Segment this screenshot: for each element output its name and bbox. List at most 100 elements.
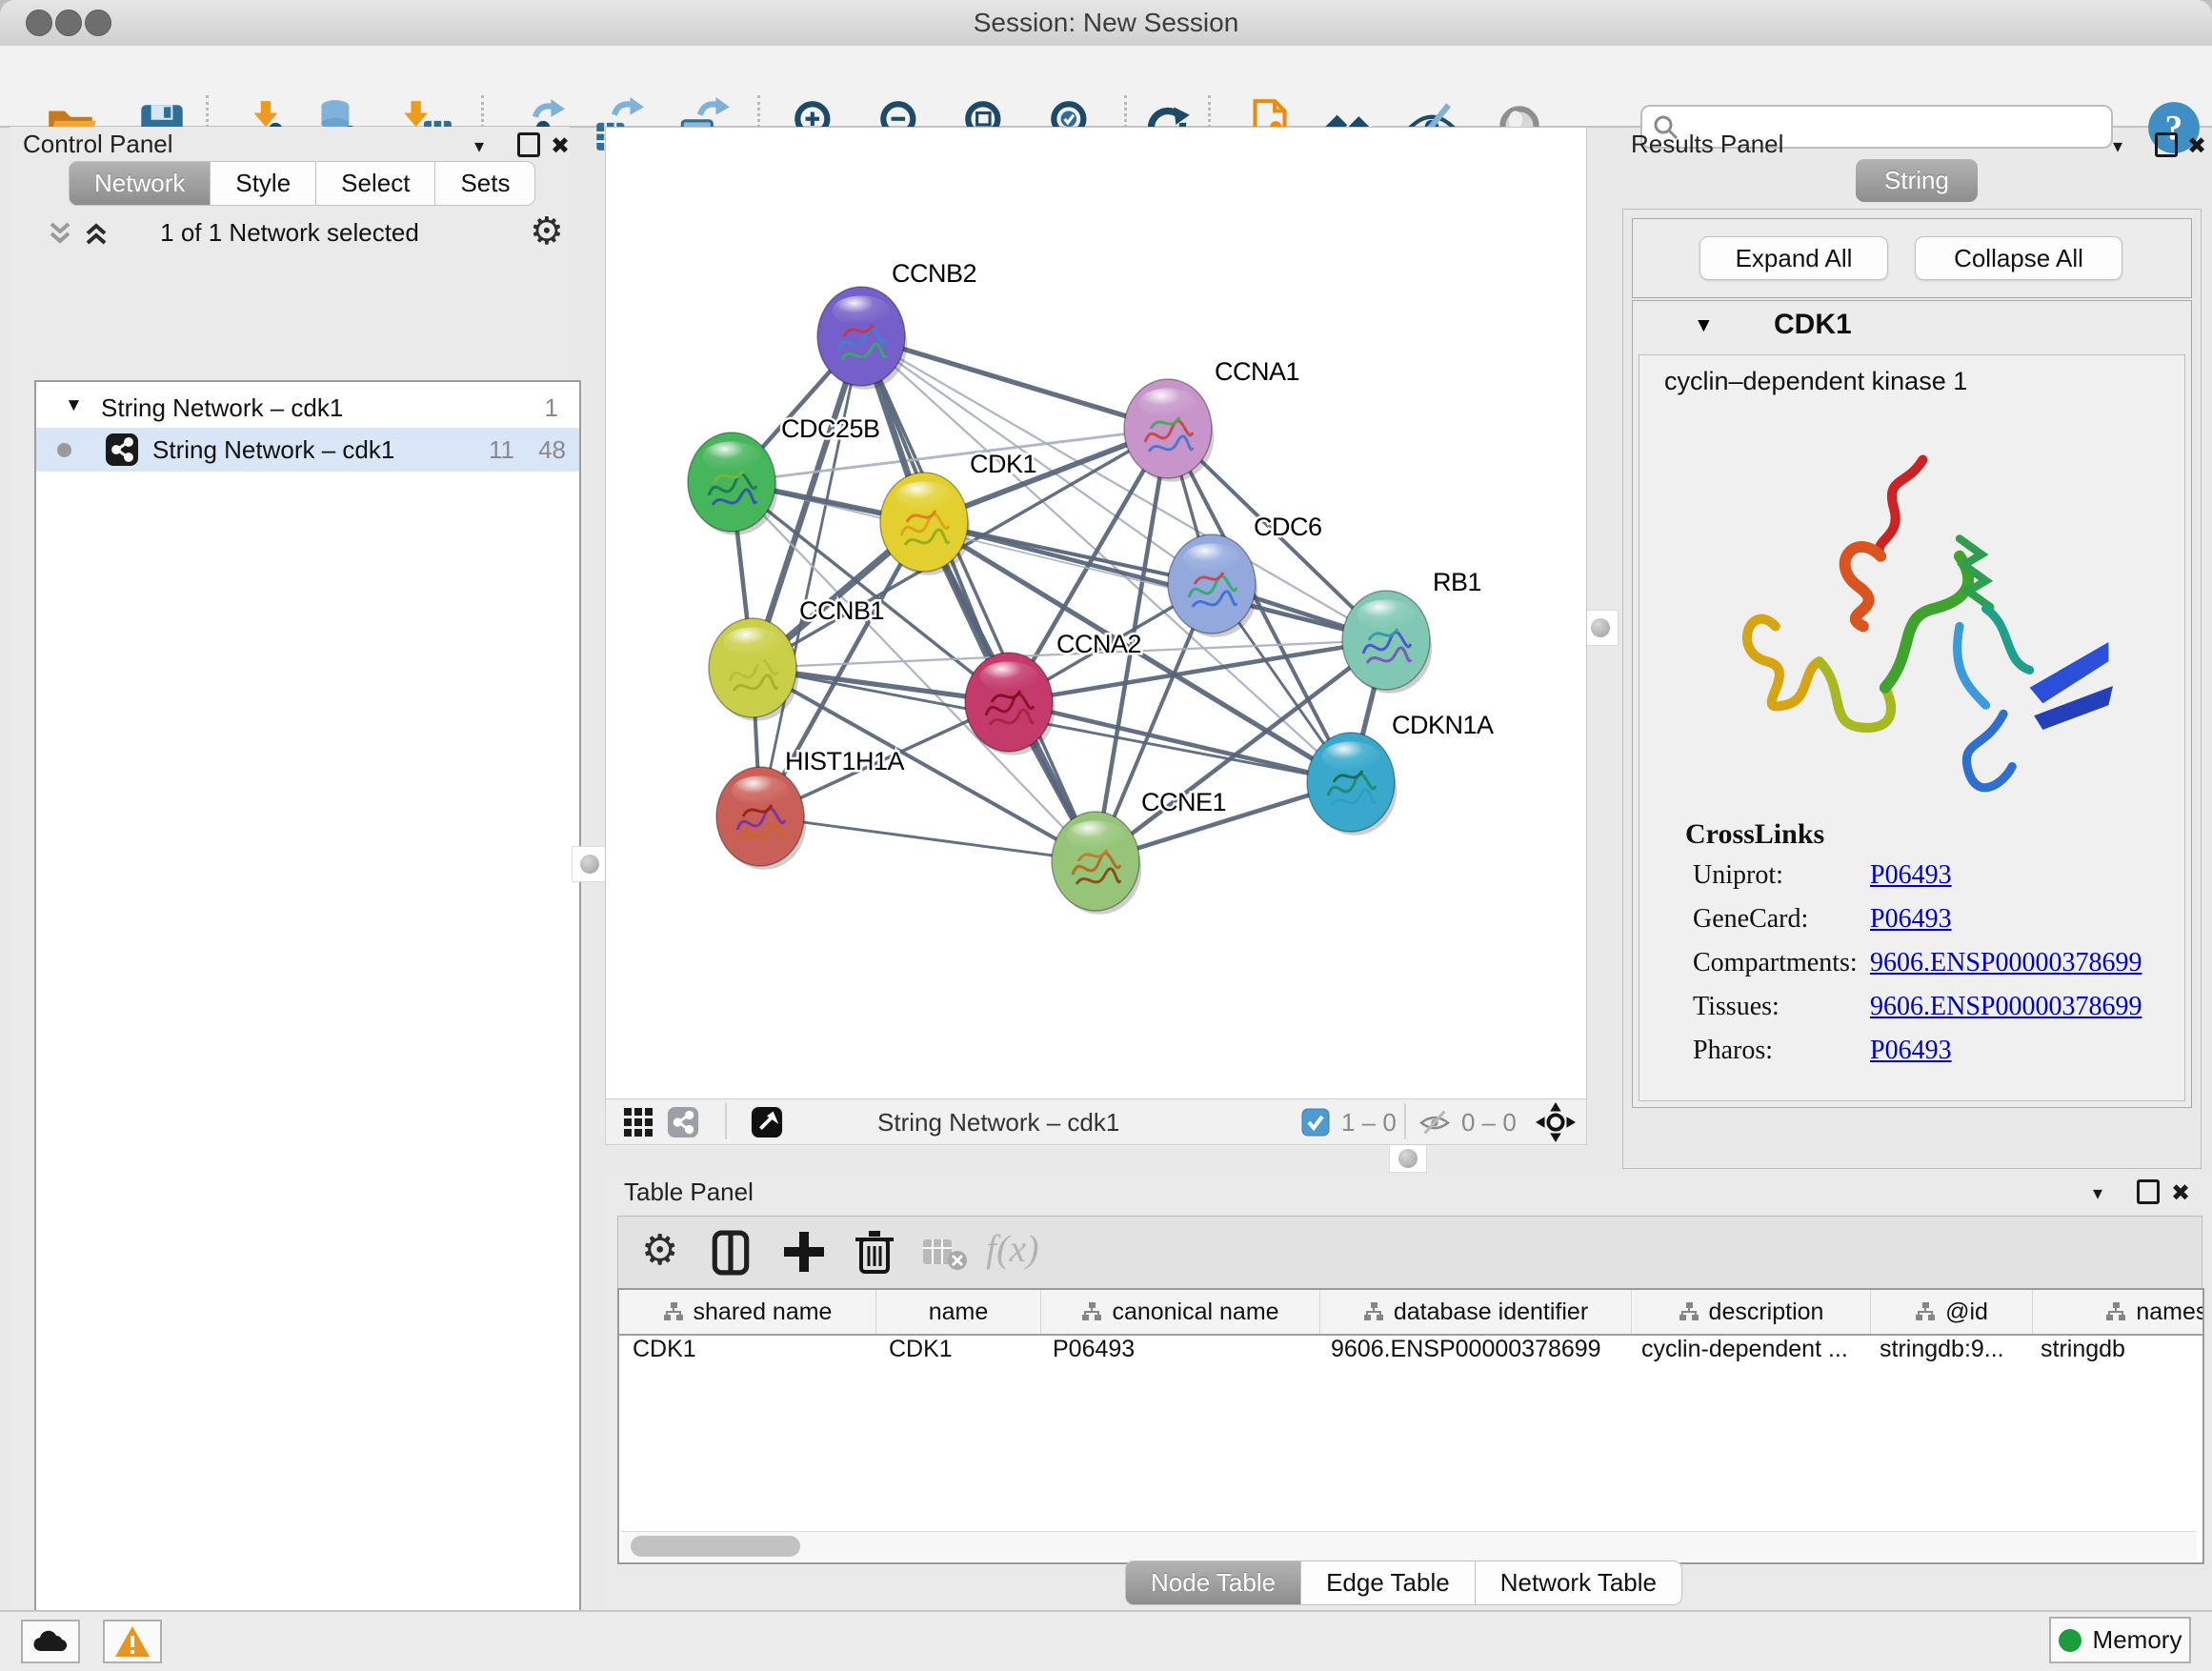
network-options-gear-icon[interactable]: ⚙ — [530, 212, 564, 251]
network-edge[interactable] — [861, 336, 1096, 861]
table-panel-close-icon[interactable]: ✖ — [2171, 1179, 2190, 1207]
selected-checkbox-icon[interactable] — [1301, 1108, 1330, 1137]
results-panel-title: Results Panel — [1631, 130, 1783, 159]
birds-eye-grid-icon[interactable] — [623, 1107, 654, 1137]
toolbar-separator — [1404, 1103, 1406, 1139]
table-tabs: Node TableEdge TableNetwork Table — [1125, 1560, 1682, 1605]
warning-button[interactable] — [103, 1620, 162, 1663]
table-cell[interactable]: 9606.ENSP00000378699 — [1317, 1336, 1628, 1374]
network-badge-gray-icon[interactable] — [667, 1106, 699, 1138]
column-header-name[interactable]: name — [876, 1290, 1041, 1334]
string-network-badge-icon — [105, 433, 139, 467]
collection-expand-icon[interactable]: ▼ — [65, 395, 83, 416]
cloud-button[interactable] — [21, 1620, 80, 1663]
node-label: CDC6 — [1254, 513, 1322, 541]
table-panel-menu-icon[interactable]: ▾ — [2093, 1181, 2102, 1205]
table-settings-gear-icon[interactable]: ⚙ — [641, 1230, 678, 1272]
title-bar: Session: New Session — [0, 0, 2212, 47]
network-collection-row[interactable]: ▼ String Network – cdk1 1 — [36, 388, 579, 431]
add-column-icon[interactable] — [782, 1230, 826, 1274]
tab-style[interactable]: Style — [211, 161, 316, 206]
network-node-CCNE1[interactable]: CCNE1 — [1052, 788, 1226, 915]
table-cell[interactable]: CDK1 — [619, 1336, 875, 1374]
hidden-eye-slash-icon[interactable] — [1418, 1109, 1452, 1136]
table-row[interactable]: CDK1CDK1P064939606.ENSP00000378699cyclin… — [619, 1336, 2202, 1374]
node-label: CDKN1A — [1392, 711, 1494, 739]
column-header-canonical-name[interactable]: canonical name — [1041, 1290, 1320, 1334]
fit-crosshair-icon[interactable] — [1536, 1102, 1576, 1142]
network-state-dot-icon — [57, 443, 71, 457]
expand-all-button[interactable]: Expand All — [1699, 236, 1888, 280]
tab-node-table[interactable]: Node Table — [1125, 1560, 1301, 1605]
function-builder-icon[interactable]: f(x) — [986, 1226, 1039, 1271]
show-columns-icon[interactable] — [710, 1230, 752, 1276]
control-panel-tabs: NetworkStyleSelectSets — [69, 161, 535, 206]
tab-string[interactable]: String — [1856, 159, 1978, 202]
column-header-shared-name[interactable]: shared name — [619, 1290, 876, 1334]
network-node-CDKN1A[interactable]: CDKN1A — [1307, 711, 1494, 836]
table-cell[interactable]: stringdb:9... — [1866, 1336, 2027, 1374]
network-row-selected[interactable]: String Network – cdk1 11 48 — [36, 428, 579, 472]
cloud-icon — [31, 1626, 70, 1655]
network-canvas[interactable]: CCNB2CCNA1CDC25BCDK1CDC6RB1CCNB1CCNA2CDK… — [605, 127, 1587, 1099]
selected-counts: 1 – 0 — [1341, 1108, 1397, 1137]
results-panel-close-icon[interactable]: ✖ — [2187, 132, 2206, 160]
node-label: CCNA2 — [1056, 630, 1141, 658]
table-cell[interactable]: stringdb — [2027, 1336, 2202, 1374]
column-header-description[interactable]: description — [1632, 1290, 1871, 1334]
network-node-count: 11 — [489, 435, 514, 465]
results-panel-menu-icon[interactable]: ▾ — [2113, 134, 2122, 158]
table-cell[interactable]: P06493 — [1039, 1336, 1317, 1374]
delete-table-icon[interactable] — [921, 1238, 969, 1272]
crosslink-link[interactable]: P06493 — [1870, 1036, 1952, 1066]
crosslink-label: Uniprot: — [1693, 860, 1783, 891]
results-panel-float-icon[interactable] — [2155, 132, 2178, 163]
tab-network[interactable]: Network — [69, 161, 211, 206]
table-cell[interactable]: CDK1 — [875, 1336, 1039, 1374]
tab-sets[interactable]: Sets — [435, 161, 535, 206]
control-panel-title: Control Panel — [23, 130, 173, 159]
crosslink-link[interactable]: 9606.ENSP00000378699 — [1870, 992, 2142, 1022]
toolbar-separator — [725, 1103, 727, 1139]
collapse-all-button[interactable]: Collapse All — [1915, 236, 2122, 280]
network-graph[interactable]: CCNB2CCNA1CDC25BCDK1CDC6RB1CCNB1CCNA2CDK… — [606, 128, 1586, 1098]
open-in-new-window-icon[interactable] — [751, 1106, 783, 1138]
network-view-title: String Network – cdk1 — [877, 1108, 1119, 1137]
network-edge-count: 48 — [538, 435, 566, 465]
table-panel: Table Panel ▾ ✖ ⚙ f(x) s — [605, 1174, 2212, 1610]
control-panel-float-icon[interactable] — [517, 132, 540, 163]
entry-gene-name: CDK1 — [1774, 309, 1852, 341]
control-panel-close-icon[interactable]: ✖ — [551, 132, 570, 160]
network-node-CCNB2[interactable]: CCNB2 — [817, 259, 976, 390]
column-type-icon — [1915, 1301, 1936, 1322]
column-header-namespac[interactable]: namespac — [2033, 1290, 2202, 1334]
left-splitter-handle[interactable] — [572, 846, 608, 882]
network-node-RB1[interactable]: RB1 — [1342, 568, 1481, 694]
entry-collapse-icon[interactable]: ▼ — [1694, 314, 1714, 337]
crosslink-link[interactable]: 9606.ENSP00000378699 — [1870, 948, 2142, 978]
network-edge[interactable] — [1009, 702, 1351, 782]
scrollbar-thumb[interactable] — [631, 1536, 800, 1557]
network-edge[interactable] — [760, 816, 1096, 861]
delete-column-trash-icon[interactable] — [853, 1228, 896, 1276]
network-node-CCNA1[interactable]: CCNA1 — [1124, 357, 1299, 482]
network-edge[interactable] — [760, 336, 861, 816]
crosslink-link[interactable]: P06493 — [1870, 904, 1952, 935]
horizontal-scrollbar[interactable] — [621, 1531, 2197, 1560]
network-edge[interactable] — [861, 336, 1168, 429]
tab-select[interactable]: Select — [316, 161, 435, 206]
tab-network-table[interactable]: Network Table — [1476, 1560, 1682, 1605]
bottom-splitter-handle[interactable] — [1389, 1144, 1427, 1173]
tab-edge-table[interactable]: Edge Table — [1301, 1560, 1476, 1605]
table-panel-float-icon[interactable] — [2137, 1179, 2160, 1210]
network-node-CCNB1[interactable]: CCNB1 — [709, 596, 884, 721]
right-splitter-handle[interactable] — [1582, 610, 1619, 646]
column-header-database-identifier[interactable]: database identifier — [1320, 1290, 1632, 1334]
network-selection-status: 1 of 1 Network selected — [10, 218, 570, 248]
control-panel-menu-icon[interactable]: ▾ — [474, 134, 484, 158]
crosslink-link[interactable]: P06493 — [1870, 860, 1952, 891]
network-node-HIST1H1A[interactable]: HIST1H1A — [716, 747, 905, 870]
column-header-@id[interactable]: @id — [1871, 1290, 2033, 1334]
table-cell[interactable]: cyclin-dependent ... — [1628, 1336, 1866, 1374]
memory-button[interactable]: Memory — [2049, 1617, 2191, 1663]
